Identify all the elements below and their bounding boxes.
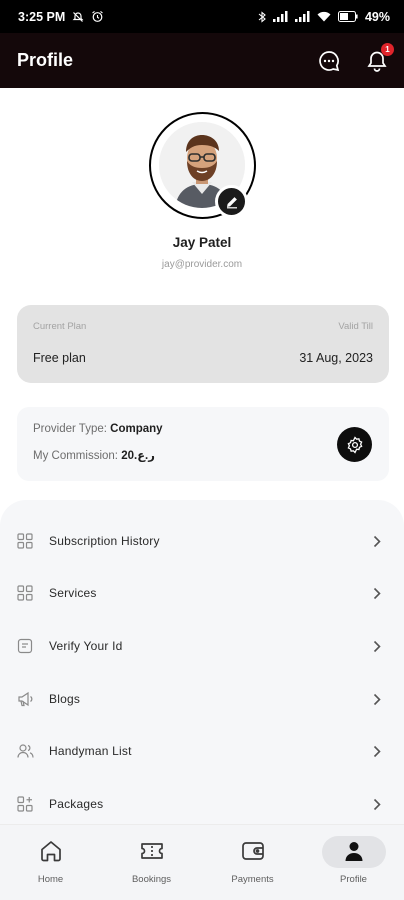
menu-label: Handyman List [49,744,132,758]
chat-bubble-icon [319,50,340,71]
menu-item-subscription-history[interactable]: Subscription History [0,515,404,567]
status-time: 3:25 PM [18,9,66,24]
commission-label: My Commission: [33,450,118,462]
chevron-right-icon [372,692,382,706]
pencil-icon [226,196,237,208]
user-email: jay@provider.com [161,259,243,270]
current-plan-value: Free plan [33,351,86,365]
provider-card: Provider Type: Company My Commission: 20… [17,407,389,481]
id-card-icon [16,637,34,655]
menu-label: Blogs [49,692,81,706]
grid-icon [16,532,34,550]
menu-item-handyman-list[interactable]: Handyman List [0,725,404,777]
bluetooth-icon [258,10,266,23]
chat-button[interactable] [316,48,342,74]
status-bar: 3:25 PM 49% [0,0,404,33]
user-name: Jay Patel [172,235,232,250]
chevron-right-icon [372,744,382,758]
menu-item-packages[interactable]: Packages [0,778,404,830]
commission-row: My Commission: 20.ر.ع [33,448,155,462]
menu-label: Packages [49,797,104,811]
wallet-icon [240,838,266,864]
chevron-right-icon [372,639,382,653]
nav-label: Profile [340,874,367,885]
nav-item-profile[interactable]: Profile [303,825,404,900]
menu-label: Subscription History [49,534,160,548]
battery-icon [337,11,358,22]
signal-icon-2 [294,11,310,22]
battery-percent: 49% [364,9,390,24]
menu-item-blogs[interactable]: Blogs [0,673,404,725]
signal-icon [272,11,288,22]
grid-icon [16,584,34,602]
commission-value: 20.ر.ع [121,450,155,462]
nav-label: Payments [231,874,274,885]
bottom-nav: Home Bookings Payments Profile [0,824,404,900]
chevron-right-icon [372,586,382,600]
megaphone-icon [16,690,34,708]
provider-type-row: Provider Type: Company [33,423,163,435]
notifications-button[interactable]: 1 [364,42,394,74]
menu-label: Verify Your Id [49,639,123,653]
person-icon [341,838,367,864]
edit-avatar-button[interactable] [215,185,248,218]
nav-label: Bookings [131,874,172,885]
page-title: Profile [17,50,74,70]
chevron-right-icon [372,534,382,548]
nav-item-home[interactable]: Home [0,825,101,900]
nav-item-payments[interactable]: Payments [202,825,303,900]
menu-item-verify-your-id[interactable]: Verify Your Id [0,620,404,672]
valid-till-caption: Valid Till [338,321,373,332]
home-icon [38,838,64,864]
provider-type-label: Provider Type: [33,423,107,435]
valid-till-value: 31 Aug, 2023 [299,351,373,365]
menu-label: Services [49,586,97,600]
current-plan-caption: Current Plan [33,321,87,332]
avatar[interactable] [149,112,256,219]
provider-settings-button[interactable] [337,427,372,462]
users-icon [16,742,34,760]
wifi-icon [317,11,331,22]
app-bar: Profile 1 [0,33,404,88]
gear-icon [347,435,362,454]
menu-item-services[interactable]: Services [0,567,404,619]
notification-badge: 1 [381,42,394,56]
grid-plus-icon [16,795,34,813]
alarm-clock-icon [91,10,104,23]
alarm-off-icon [72,11,84,23]
chevron-right-icon [372,797,382,811]
nav-item-bookings[interactable]: Bookings [101,825,202,900]
provider-type-value: Company [110,423,163,435]
plan-card[interactable]: Current Plan Valid Till Free plan 31 Aug… [17,305,389,383]
nav-label: Home [37,874,64,885]
ticket-icon [139,838,165,864]
